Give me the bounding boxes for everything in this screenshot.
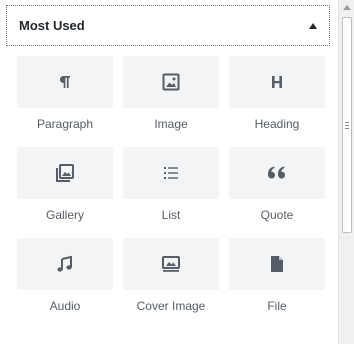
most-used-section-toggle[interactable]: Most Used [6,5,330,46]
thumb-grip [345,122,349,123]
block-label: Gallery [45,208,84,222]
block-paragraph[interactable]: Paragraph [17,56,113,138]
cover-image-icon [162,256,180,272]
vertical-scrollbar[interactable] [338,0,354,344]
block-heading[interactable]: Heading [229,56,325,138]
block-tile[interactable] [123,238,219,290]
block-inserter-panel: Most Used Paragraph Image Heading Galler… [0,0,338,344]
block-tile[interactable] [229,56,325,108]
block-cover-image[interactable]: Cover Image [123,238,219,320]
gallery-icon [56,164,74,182]
heading-icon [272,76,282,88]
block-label: File [267,299,287,313]
image-icon [162,73,180,91]
scroll-up-arrow-icon[interactable] [343,5,351,10]
block-label: Heading [254,117,300,131]
thumb-grip [345,125,349,126]
paragraph-icon [60,76,70,88]
block-label: Audio [49,299,81,313]
block-tile[interactable] [17,56,113,108]
block-label: List [161,208,181,222]
audio-icon [57,255,72,272]
block-grid: Paragraph Image Heading Gallery List Quo… [17,56,325,320]
block-label: Quote [260,208,294,222]
block-label: Cover Image [136,299,206,313]
block-tile[interactable] [17,238,113,290]
block-tile[interactable] [17,147,113,199]
block-tile[interactable] [123,147,219,199]
scrollbar-thumb[interactable] [342,17,352,233]
file-icon [271,256,283,272]
block-quote[interactable]: Quote [229,147,325,229]
block-tile[interactable] [229,238,325,290]
section-title: Most Used [19,18,85,33]
block-label: Image [154,117,188,131]
list-icon [164,167,178,179]
block-gallery[interactable]: Gallery [17,147,113,229]
block-image[interactable]: Image [123,56,219,138]
block-list[interactable]: List [123,147,219,229]
block-tile[interactable] [123,56,219,108]
thumb-grip [345,128,349,129]
collapse-caret-icon [309,22,317,29]
block-file[interactable]: File [229,238,325,320]
block-audio[interactable]: Audio [17,238,113,320]
block-label: Paragraph [36,117,94,131]
quote-icon [268,166,285,179]
block-tile[interactable] [229,147,325,199]
